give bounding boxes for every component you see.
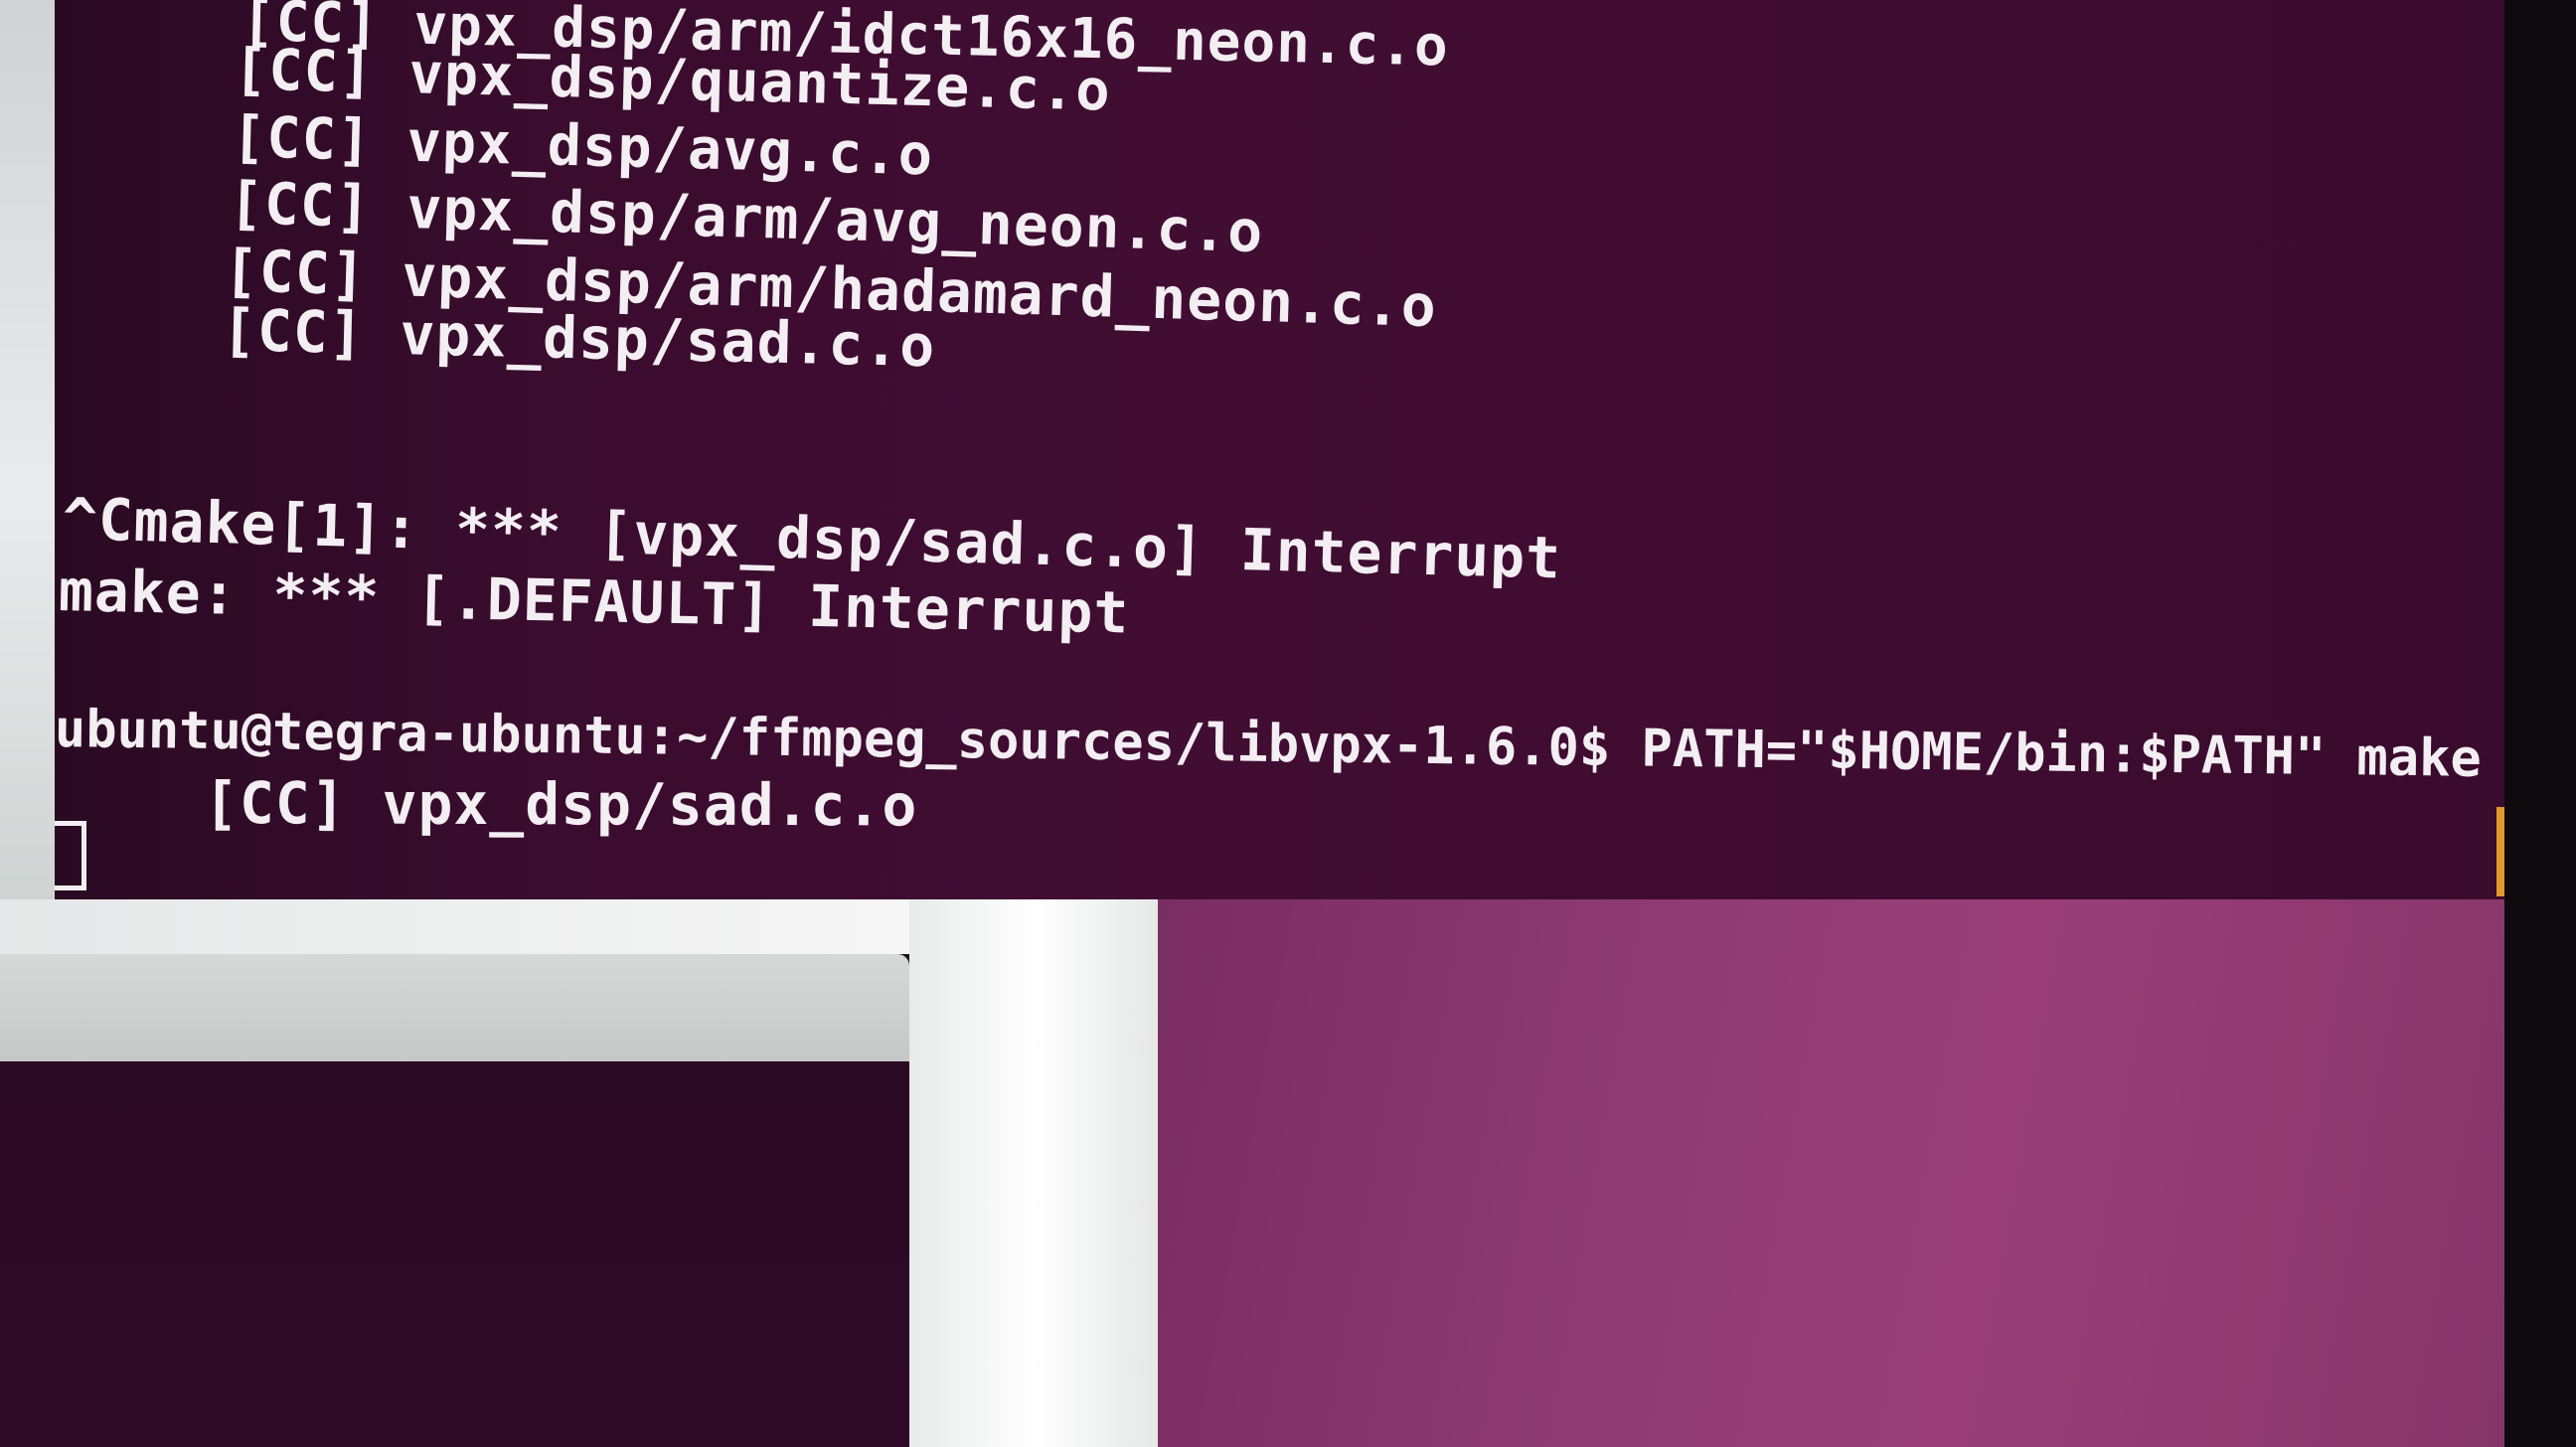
photographed-screen: [CC] vpx_dsp/arm/idct16x16_neon.c.o [CC]… <box>0 0 2576 1447</box>
block-cursor-icon <box>55 821 86 890</box>
terminal-line: [CC] vpx_dsp/sad.c.o <box>203 769 918 840</box>
terminal-line: [CC] vpx_dsp/sad.c.o <box>221 296 936 381</box>
lower-terminal-window[interactable] <box>0 954 909 1447</box>
terminal-scrollbar[interactable] <box>2496 807 2504 896</box>
window-titlebar[interactable] <box>0 954 909 1061</box>
monitor-bezel <box>2504 0 2576 1447</box>
desktop-background <box>1158 899 2504 1447</box>
white-panel <box>909 899 1158 1447</box>
terminal-output: [CC] vpx_dsp/arm/idct16x16_neon.c.o [CC]… <box>55 0 2504 899</box>
terminal-body[interactable] <box>0 1061 909 1447</box>
terminal-window[interactable]: [CC] vpx_dsp/arm/idct16x16_neon.c.o [CC]… <box>55 0 2504 899</box>
